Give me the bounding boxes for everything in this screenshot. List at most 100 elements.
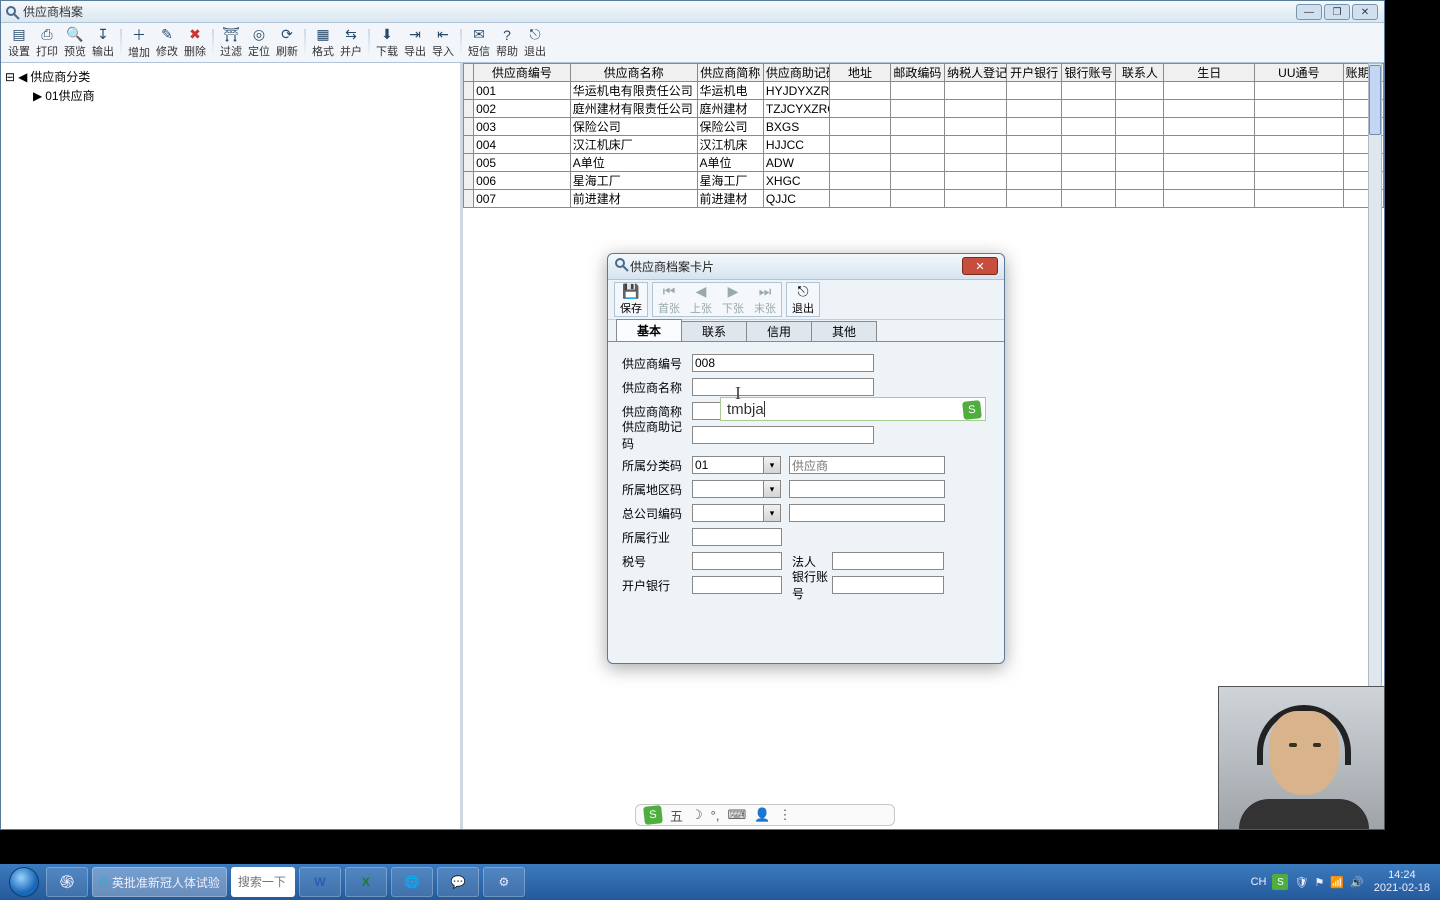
table-row[interactable]: 001华运机电有限责任公司华运机电HYJDYXZRG xyxy=(464,82,1384,100)
table-row[interactable]: 003保险公司保险公司BXGS xyxy=(464,118,1384,136)
input-taxno[interactable] xyxy=(692,552,782,570)
locate-button[interactable]: ◎定位 xyxy=(245,25,273,60)
dialog-exit-button[interactable]: ⎋退出 xyxy=(787,283,819,316)
tree-child[interactable]: ▶ 01供应商 xyxy=(5,86,456,105)
col-mnemonic[interactable]: 供应商助记码 xyxy=(763,64,829,82)
taskbar-app-2[interactable]: 🌐 xyxy=(391,867,433,897)
input-regioncode[interactable] xyxy=(692,480,764,498)
input-industry[interactable] xyxy=(692,528,782,546)
tray-volume-icon[interactable]: 🔊 xyxy=(1350,876,1364,889)
table-row[interactable]: 005A单位A单位ADW xyxy=(464,154,1384,172)
taskbar-search-input[interactable] xyxy=(231,867,295,897)
add-button[interactable]: ＋增加 xyxy=(125,25,153,60)
col-tax[interactable]: 纳税人登记 xyxy=(945,64,1007,82)
export-button[interactable]: ⇥导出 xyxy=(401,25,429,60)
tray-lang[interactable]: CH xyxy=(1251,876,1267,888)
tree-root[interactable]: ⊟ ◀ 供应商分类 xyxy=(5,67,456,86)
output-button[interactable]: ↧输出 xyxy=(89,25,117,60)
tray-clock[interactable]: 14:24 2021-02-18 xyxy=(1370,869,1434,895)
collapse-icon[interactable]: ⊟ xyxy=(5,70,15,84)
col-contact[interactable]: 联系人 xyxy=(1116,64,1164,82)
table-row[interactable]: 006星海工厂星海工厂XHGC xyxy=(464,172,1384,190)
classcode-picker-button[interactable]: ▾ xyxy=(763,456,781,474)
taskbar-app-3[interactable]: 💬 xyxy=(437,867,479,897)
import-button[interactable]: ⇤导入 xyxy=(429,25,457,60)
col-short[interactable]: 供应商简称 xyxy=(697,64,763,82)
col-code[interactable]: 供应商编号 xyxy=(474,64,571,82)
input-hqcode[interactable] xyxy=(692,504,764,522)
taskbar[interactable]: ֍ e英批准新冠人体试验 W X 🌐 💬 ⚙ CH S 🛡 ⚑ 📶 🔊 14:2… xyxy=(0,864,1440,900)
maximize-button[interactable]: ❐ xyxy=(1324,4,1350,20)
col-uu[interactable]: UU通号 xyxy=(1255,64,1344,82)
ime-menu-icon[interactable]: ⋮ xyxy=(778,807,791,823)
next-button[interactable]: ▶下张 xyxy=(717,283,749,316)
col-addr[interactable]: 地址 xyxy=(830,64,890,82)
taskbar-word[interactable]: W xyxy=(299,867,341,897)
tab-contact[interactable]: 联系 xyxy=(681,321,747,341)
input-legal[interactable] xyxy=(832,552,944,570)
delete-button[interactable]: ✖删除 xyxy=(181,25,209,60)
system-tray[interactable]: CH S 🛡 ⚑ 📶 🔊 14:24 2021-02-18 xyxy=(1245,869,1440,895)
help-button[interactable]: ?帮助 xyxy=(493,25,521,60)
close-button[interactable]: ✕ xyxy=(1352,4,1378,20)
prev-button[interactable]: ◀上张 xyxy=(685,283,717,316)
input-bank[interactable] xyxy=(692,576,782,594)
taskbar-excel[interactable]: X xyxy=(345,867,387,897)
taskbar-ie[interactable]: e英批准新冠人体试验 xyxy=(92,867,227,897)
edit-button[interactable]: ✎修改 xyxy=(153,25,181,60)
print-button[interactable]: ⎙打印 xyxy=(33,25,61,60)
table-row[interactable]: 004汉江机床厂汉江机床HJJCC xyxy=(464,136,1384,154)
tree-pane[interactable]: ⊟ ◀ 供应商分类 ▶ 01供应商 xyxy=(1,63,463,829)
sogou-tray-icon[interactable]: S xyxy=(1272,874,1288,890)
hqcode-picker-button[interactable]: ▾ xyxy=(763,504,781,522)
ime-keyboard-icon[interactable]: ⌨ xyxy=(727,807,746,823)
format-button[interactable]: ▦格式 xyxy=(309,25,337,60)
setup-button[interactable]: ▤设置 xyxy=(5,25,33,60)
sogou-icon[interactable]: S xyxy=(643,805,663,825)
tray-flag-icon[interactable]: ⚑ xyxy=(1314,876,1324,889)
col-name[interactable]: 供应商名称 xyxy=(570,64,697,82)
first-button[interactable]: ⏮首张 xyxy=(653,283,685,316)
ime-mode-label[interactable]: 五 xyxy=(670,806,683,825)
input-mnemonic[interactable] xyxy=(692,426,874,444)
dialog-titlebar[interactable]: 供应商档案卡片 ✕ xyxy=(608,254,1004,280)
table-row[interactable]: 002庭州建材有限责任公司庭州建材TZJCYXZRG xyxy=(464,100,1384,118)
input-account[interactable] xyxy=(832,576,944,594)
col-acct[interactable]: 银行账号 xyxy=(1061,64,1115,82)
last-button[interactable]: ⏭末张 xyxy=(749,283,781,316)
ime-punct-icon[interactable]: °, xyxy=(711,808,720,823)
tab-credit[interactable]: 信用 xyxy=(746,321,812,341)
app-titlebar[interactable]: 供应商档案 xyxy=(1,1,1384,23)
refresh-button[interactable]: ⟳刷新 xyxy=(273,25,301,60)
tray-network-icon[interactable]: 📶 xyxy=(1330,876,1344,889)
filter-button[interactable]: ⛩过滤 xyxy=(217,25,245,60)
col-bank[interactable]: 开户银行 xyxy=(1007,64,1061,82)
minimize-button[interactable]: — xyxy=(1296,4,1322,20)
regioncode-picker-button[interactable]: ▾ xyxy=(763,480,781,498)
start-button[interactable] xyxy=(4,866,44,898)
ime-float-toolbar[interactable]: S 五 ☽ °, ⌨ 👤 ⋮ xyxy=(635,804,895,826)
merge-button[interactable]: ⇆并户 xyxy=(337,25,365,60)
ime-moon-icon[interactable]: ☽ xyxy=(691,807,703,823)
input-code[interactable] xyxy=(692,354,874,372)
save-button[interactable]: 💾保存 xyxy=(615,283,647,316)
sms-button[interactable]: ✉短信 xyxy=(465,25,493,60)
supplier-grid[interactable]: 供应商编号 供应商名称 供应商简称 供应商助记码 地址 邮政编码 纳税人登记 开… xyxy=(463,63,1384,208)
scrollbar-thumb[interactable] xyxy=(1369,65,1381,135)
col-zip[interactable]: 邮政编码 xyxy=(890,64,944,82)
tray-security-icon[interactable]: 🛡 xyxy=(1294,876,1308,889)
preview-button[interactable]: 🔍预览 xyxy=(61,25,89,60)
taskbar-app-4[interactable]: ⚙ xyxy=(483,867,525,897)
col-bday[interactable]: 生日 xyxy=(1164,64,1255,82)
input-name[interactable] xyxy=(692,378,874,396)
input-classcode[interactable] xyxy=(692,456,764,474)
ime-person-icon[interactable]: 👤 xyxy=(754,807,770,823)
tab-basic[interactable]: 基本 xyxy=(616,319,682,341)
table-row[interactable]: 007前进建材前进建材QJJC xyxy=(464,190,1384,208)
taskbar-app-1[interactable]: ֍ xyxy=(46,867,88,897)
dialog-close-button[interactable]: ✕ xyxy=(962,257,998,275)
exit-button[interactable]: ⎋退出 xyxy=(521,25,549,60)
download-button[interactable]: ⬇下载 xyxy=(373,25,401,60)
ime-candidate-popup[interactable]: tmbja S xyxy=(720,397,986,421)
tab-other[interactable]: 其他 xyxy=(811,321,877,341)
